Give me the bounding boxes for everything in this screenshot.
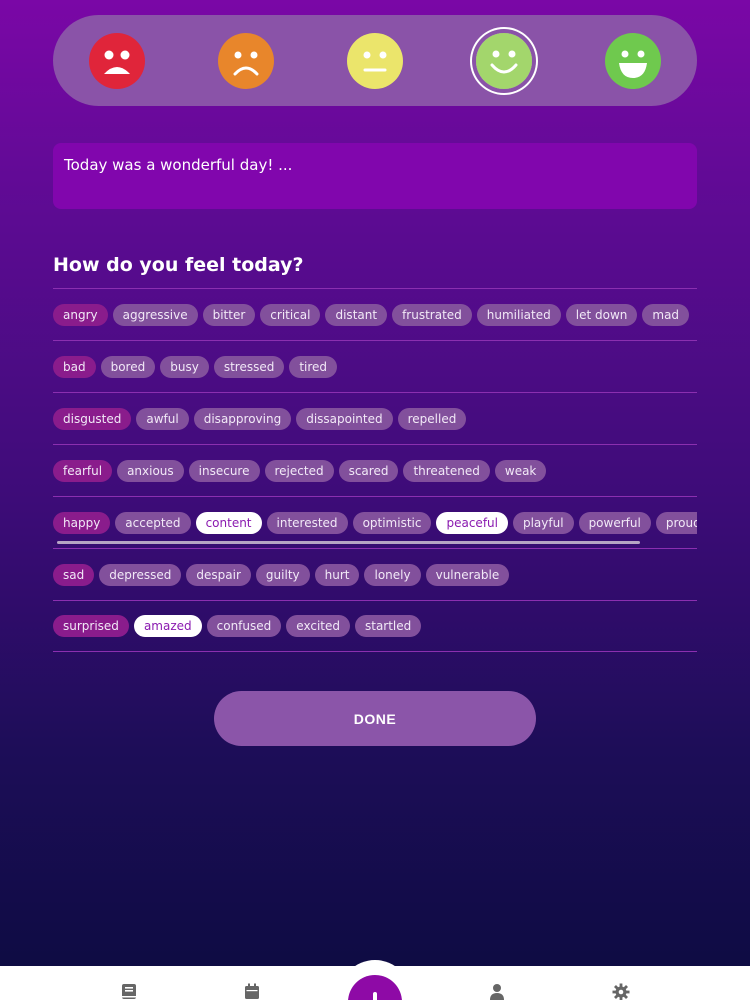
feeling-category-chip[interactable]: happy <box>53 511 111 534</box>
feeling-chip[interactable]: confused <box>206 615 282 637</box>
person-icon[interactable] <box>488 983 506 1000</box>
feeling-chip[interactable]: disapproving <box>193 407 292 430</box>
feeling-row-disgusted: disgusted awful disapproving dissapointed re… <box>53 392 697 444</box>
feeling-chip[interactable]: proud <box>655 511 697 534</box>
feeling-chip[interactable]: guilty <box>255 563 310 586</box>
feeling-category-chip[interactable]: bad <box>53 355 96 378</box>
done-button[interactable]: DONE <box>214 691 536 746</box>
feeling-chip[interactable]: threatened <box>403 459 490 482</box>
feeling-category-chip[interactable]: disgusted <box>53 407 132 430</box>
feeling-category-chip[interactable]: surprised <box>53 615 129 637</box>
feeling-chip[interactable]: optimistic <box>352 511 432 534</box>
feeling-chip[interactable]: frustrated <box>392 303 472 326</box>
feeling-chip[interactable]: critical <box>260 303 321 326</box>
feeling-chip[interactable]: tired <box>289 355 338 378</box>
mood-neutral-icon[interactable] <box>347 33 403 89</box>
feelings-heading: How do you feel today? <box>53 254 304 276</box>
feeling-chip[interactable]: anxious <box>117 459 184 482</box>
feeling-chip[interactable]: depressed <box>99 563 182 586</box>
plus-icon <box>373 992 377 1000</box>
feeling-row-sad: sad depressed despair guilty hurt lonely vulne… <box>53 548 697 600</box>
feeling-chip[interactable]: insecure <box>188 459 260 482</box>
feeling-chip[interactable]: content <box>195 511 262 534</box>
feeling-chip[interactable]: distant <box>325 303 388 326</box>
feeling-chip[interactable]: let down <box>565 303 638 326</box>
feeling-chip[interactable]: excited <box>286 615 350 637</box>
feeling-chip[interactable]: dissapointed <box>296 407 393 430</box>
mood-very-happy-icon[interactable] <box>605 33 661 89</box>
feeling-chip[interactable]: powerful <box>578 511 651 534</box>
calendar-icon[interactable] <box>243 983 261 1000</box>
feeling-chip[interactable]: hurt <box>314 563 360 586</box>
feeling-row-bad: bad bored busy stressed tired <box>53 340 697 392</box>
feeling-chip[interactable]: bored <box>100 355 156 378</box>
feeling-row-angry: angry aggressive bitter critical distant frus… <box>53 288 697 340</box>
gear-icon[interactable] <box>612 983 630 1000</box>
journal-entry-field[interactable]: Today was a wonderful day! ... <box>53 143 697 209</box>
feeling-chip[interactable]: lonely <box>364 563 421 586</box>
feeling-chip[interactable]: mad <box>642 303 690 326</box>
feeling-chip[interactable]: peaceful <box>436 511 508 534</box>
mood-happy-icon[interactable] <box>476 33 532 89</box>
feeling-chip[interactable]: humiliated <box>476 303 561 326</box>
feeling-chip[interactable]: scared <box>338 459 399 482</box>
feeling-chip[interactable]: amazed <box>133 615 202 637</box>
feeling-chip[interactable]: startled <box>354 615 422 637</box>
feeling-chip[interactable]: interested <box>266 511 348 534</box>
feeling-chip[interactable]: repelled <box>397 407 467 430</box>
feeling-row-fearful: fearful anxious insecure rejected scared thre… <box>53 444 697 496</box>
book-icon[interactable] <box>120 983 138 1000</box>
feeling-chip[interactable]: busy <box>160 355 209 378</box>
feeling-chip[interactable]: weak <box>494 459 547 482</box>
feeling-chip[interactable]: stressed <box>213 355 285 378</box>
feeling-chip[interactable]: aggressive <box>112 303 198 326</box>
row-scrollbar[interactable] <box>57 541 640 544</box>
feeling-chip[interactable]: bitter <box>202 303 256 326</box>
journal-entry-text: Today was a wonderful day! ... <box>64 156 293 174</box>
feeling-category-chip[interactable]: fearful <box>53 459 113 482</box>
mood-very-sad-icon[interactable] <box>89 33 145 89</box>
feeling-chip[interactable]: accepted <box>115 511 191 534</box>
feeling-chip[interactable]: despair <box>186 563 251 586</box>
mood-sad-icon[interactable] <box>218 33 274 89</box>
feeling-category-chip[interactable]: angry <box>53 303 108 326</box>
feeling-row-surprised: surprised amazed confused excited startled <box>53 600 697 652</box>
feelings-list: angry aggressive bitter critical distant frus… <box>53 288 697 652</box>
feeling-row-happy[interactable]: happy accepted content interested optimistic… <box>53 496 697 548</box>
mood-selector <box>53 15 697 106</box>
feeling-chip[interactable]: vulnerable <box>425 563 510 586</box>
feeling-chip[interactable]: rejected <box>264 459 334 482</box>
feeling-category-chip[interactable]: sad <box>53 563 95 586</box>
feeling-chip[interactable]: awful <box>136 407 189 430</box>
feeling-chip[interactable]: playful <box>512 511 574 534</box>
